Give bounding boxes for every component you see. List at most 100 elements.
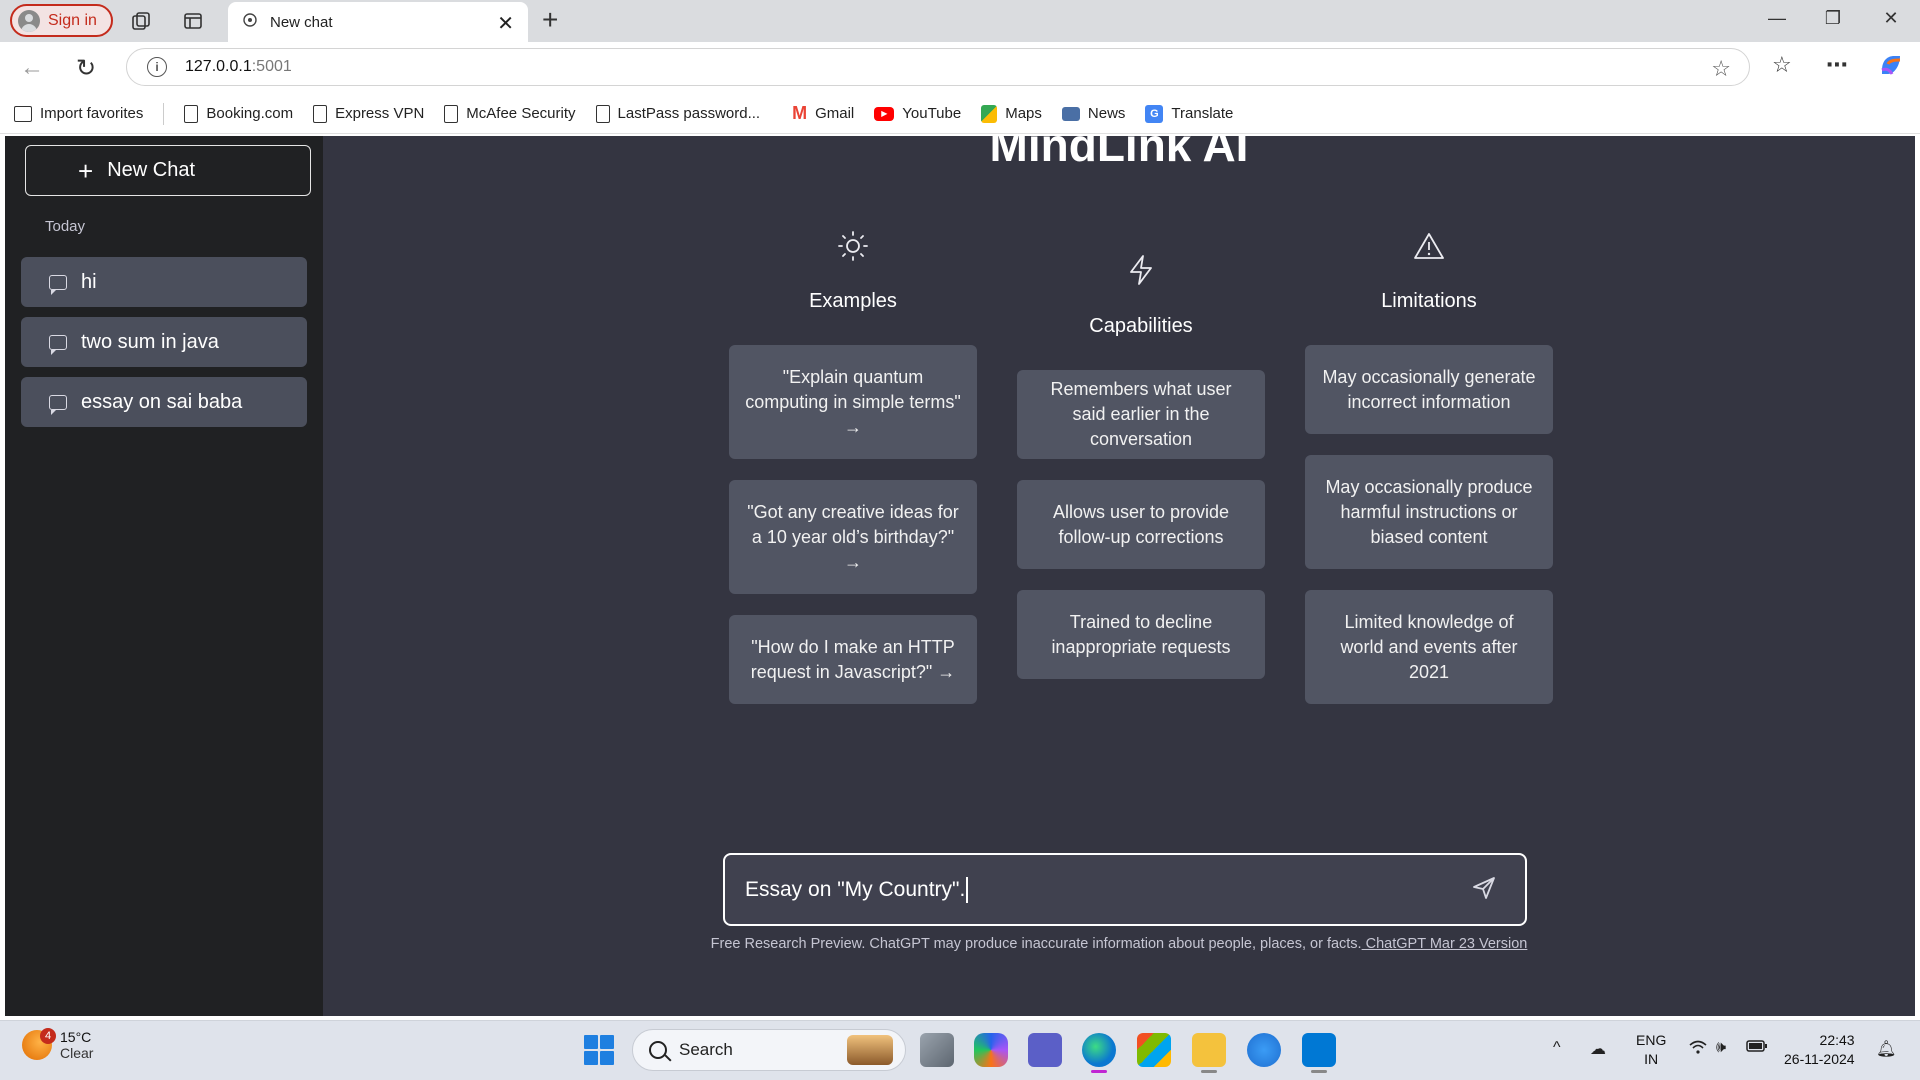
language-code: ENG	[1636, 1032, 1667, 1048]
example-card[interactable]: "How do I make an HTTP request in Javasc…	[729, 615, 977, 704]
file-explorer-icon[interactable]	[1192, 1033, 1226, 1073]
minimize-icon[interactable]: —	[1757, 8, 1797, 29]
volume-icon[interactable]: 🕪	[1716, 1039, 1726, 1057]
gmail-icon: M	[792, 103, 808, 123]
fav-youtube[interactable]: ▶ YouTube	[874, 105, 961, 122]
fav-gmail[interactable]: M Gmail	[792, 103, 854, 124]
youtube-icon: ▶	[874, 106, 895, 121]
lightning-icon	[1017, 254, 1265, 294]
sidebar-chat-two-sum[interactable]: two sum in java	[21, 317, 307, 367]
limitation-card: May occasionally produce harmful instruc…	[1305, 455, 1553, 569]
fav-translate[interactable]: G Translate	[1145, 104, 1233, 123]
translate-icon: G	[1145, 104, 1164, 123]
capability-card: Remembers what user said earlier in the …	[1017, 370, 1265, 459]
more-options-icon[interactable]: ⋯	[1826, 52, 1848, 78]
version-link[interactable]: ChatGPT Mar 23 Version	[1362, 936, 1528, 952]
back-arrow-icon[interactable]: ←	[20, 54, 44, 82]
fav-mcafee[interactable]: McAfee Security	[444, 104, 576, 123]
tab-actions-icon[interactable]	[180, 8, 206, 34]
capabilities-heading: Capabilities	[1089, 315, 1193, 337]
sidebar-chat-hi[interactable]: hi	[21, 257, 307, 307]
taskbar: 4 15°C Clear Search ^ ☁ ENG IN 🕪 22:43 2…	[0, 1020, 1920, 1080]
taskbar-search[interactable]: Search	[632, 1029, 906, 1071]
temperature: 15°C	[60, 1029, 92, 1045]
system-clock[interactable]: 22:43 26-11-2024	[1784, 1031, 1855, 1069]
warning-icon	[1305, 230, 1553, 270]
favorites-divider	[163, 102, 165, 125]
close-tab-icon[interactable]: ✕	[497, 11, 514, 36]
sidebar-chat-essay[interactable]: essay on sai baba	[21, 377, 307, 427]
new-chat-label: New Chat	[107, 159, 195, 181]
tab-title: New chat	[270, 13, 333, 31]
help-icon[interactable]	[1247, 1033, 1281, 1067]
chat-app: + New Chat Today hi two sum in java essa…	[5, 136, 1915, 1016]
page-icon	[444, 104, 459, 123]
chat-item-label: two sum in java	[81, 330, 219, 353]
task-view-icon[interactable]	[920, 1033, 954, 1067]
fav-booking[interactable]: Booking.com	[184, 104, 293, 123]
onedrive-icon[interactable]: ☁	[1590, 1039, 1606, 1059]
chevron-up-icon[interactable]: ^	[1553, 1039, 1561, 1057]
new-tab-button[interactable]: +	[542, 6, 558, 34]
reload-icon[interactable]: ↻	[76, 54, 96, 83]
search-highlight-icon	[847, 1035, 893, 1065]
search-icon	[649, 1041, 667, 1059]
tab-new-chat[interactable]: New chat ✕	[228, 2, 528, 42]
maps-icon	[981, 104, 998, 123]
vscode-icon[interactable]	[1302, 1033, 1336, 1073]
language-indicator[interactable]: ENG IN	[1636, 1031, 1666, 1069]
fav-express-vpn[interactable]: Express VPN	[313, 104, 424, 123]
battery-icon[interactable]	[1746, 1039, 1768, 1058]
site-info-icon[interactable]: i	[147, 57, 167, 77]
chat-item-label: essay on sai baba	[81, 390, 243, 413]
workspaces-icon[interactable]	[128, 8, 154, 34]
capability-card: Trained to decline inappropriate request…	[1017, 590, 1265, 679]
page-icon	[313, 104, 328, 123]
chat-bubble-icon	[49, 394, 67, 415]
text-caret	[966, 876, 969, 903]
teams-icon[interactable]	[1028, 1033, 1062, 1067]
start-windows-icon[interactable]	[584, 1035, 614, 1065]
restore-icon[interactable]: ❐	[1813, 8, 1853, 29]
notification-bell-icon[interactable]: 🔔︎	[1876, 1039, 1896, 1059]
search-label: Search	[679, 1040, 733, 1059]
page-title: MindLink AI	[989, 136, 1249, 171]
fav-label: Maps	[1005, 105, 1042, 122]
profile-avatar-icon	[18, 9, 40, 32]
import-icon	[14, 105, 32, 122]
weather-widget[interactable]: 4 15°C Clear	[22, 1028, 94, 1061]
favorites-icon[interactable]: ☆	[1772, 52, 1792, 78]
fav-label: Import favorites	[40, 105, 144, 122]
prompt-input-value: Essay on "My Country".	[745, 877, 966, 901]
fav-maps[interactable]: Maps	[981, 104, 1042, 123]
store-icon[interactable]	[1137, 1033, 1171, 1067]
favorite-star-icon[interactable]: ☆	[1711, 56, 1731, 82]
chat-bubble-icon	[49, 334, 67, 355]
send-icon[interactable]	[1471, 875, 1497, 901]
example-card[interactable]: "Got any creative ideas for a 10 year ol…	[729, 480, 977, 594]
sidebar: + New Chat Today hi two sum in java essa…	[5, 136, 323, 1016]
fav-import-favorites[interactable]: Import favorites	[14, 105, 143, 122]
fav-lastpass[interactable]: LastPass password...	[595, 104, 761, 123]
sign-in-button[interactable]: Sign in	[10, 4, 113, 37]
prompt-input[interactable]: Essay on "My Country".	[723, 853, 1527, 926]
address-bar[interactable]: i 127.0.0.1:5001 ☆	[126, 48, 1750, 86]
clock-time: 22:43	[1819, 1032, 1855, 1048]
clock-date: 26-11-2024	[1784, 1051, 1855, 1067]
weather-badge: 4	[40, 1028, 56, 1044]
examples-heading: Examples	[809, 290, 897, 312]
page-icon	[595, 104, 610, 123]
fav-label: LastPass password...	[617, 105, 761, 122]
wifi-icon[interactable]	[1688, 1039, 1708, 1060]
close-window-icon[interactable]: ✕	[1871, 8, 1911, 29]
copilot-icon[interactable]	[1878, 52, 1904, 84]
fav-news[interactable]: News	[1061, 105, 1125, 122]
weather-condition: Clear	[60, 1045, 94, 1061]
edge-browser-icon[interactable]	[1082, 1033, 1116, 1073]
copilot-app-icon[interactable]	[974, 1033, 1008, 1067]
tab-strip: Sign in New chat ✕ + — ❐ ✕	[0, 0, 1920, 42]
address-toolbar: ← ↻ i 127.0.0.1:5001 ☆	[0, 42, 1920, 94]
example-card[interactable]: "Explain quantum computing in simple ter…	[729, 345, 977, 459]
url-host: 127.0.0.1	[185, 58, 252, 75]
new-chat-button[interactable]: + New Chat	[25, 145, 311, 196]
